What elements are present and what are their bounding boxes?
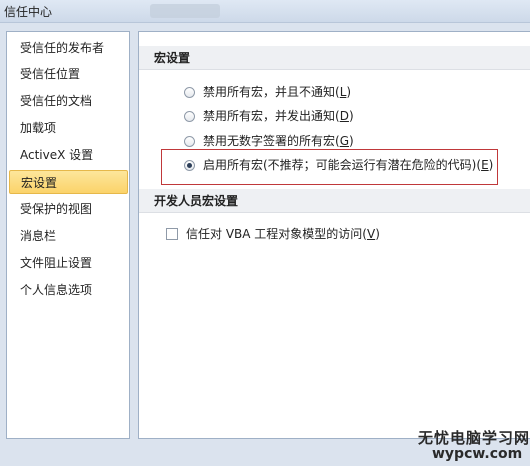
option-enable-all-macros-label[interactable]: 启用所有宏(不推荐；可能会运行有潜在危险的代码)(E) bbox=[203, 156, 493, 174]
option-text: 禁用所有宏，并发出通知( bbox=[203, 109, 340, 123]
radio-disable-no-notify[interactable] bbox=[184, 87, 195, 98]
radio-enable-all-macros[interactable] bbox=[184, 160, 195, 171]
sidebar-item-protected-view[interactable]: 受保护的视图 bbox=[9, 197, 128, 221]
radio-disable-with-notify[interactable] bbox=[184, 111, 195, 122]
option-suffix: ) bbox=[346, 85, 352, 99]
vba-access-label[interactable]: 信任对 VBA 工程对象模型的访问(V) bbox=[186, 225, 380, 243]
option-suffix: ) bbox=[375, 227, 380, 241]
watermark-site-url: wypcw.com bbox=[432, 446, 523, 462]
sidebar-item-label: 受信任位置 bbox=[20, 67, 81, 81]
sidebar-item-label: 受保护的视图 bbox=[20, 202, 93, 216]
sidebar-item-label: 加载项 bbox=[20, 121, 57, 135]
option-suffix: ) bbox=[488, 158, 494, 172]
radio-disable-unsigned[interactable] bbox=[184, 136, 195, 147]
sidebar-item-label: 消息栏 bbox=[20, 229, 57, 243]
option-disable-with-notify-label[interactable]: 禁用所有宏，并发出通知(D) bbox=[203, 107, 354, 125]
option-suffix: ) bbox=[348, 109, 354, 123]
option-text: 禁用所有宏，并且不通知( bbox=[203, 85, 340, 99]
sidebar-item-label: 个人信息选项 bbox=[20, 283, 93, 297]
sidebar-item-label: 文件阻止设置 bbox=[20, 256, 93, 270]
access-key: V bbox=[366, 227, 376, 241]
sidebar-item-label: 受信任的发布者 bbox=[20, 41, 105, 55]
blurred-title-area bbox=[150, 4, 220, 18]
access-key: E bbox=[481, 158, 489, 172]
sidebar-item-file-block-settings[interactable]: 文件阻止设置 bbox=[9, 251, 128, 275]
sidebar-item-trusted-locations[interactable]: 受信任位置 bbox=[9, 62, 128, 86]
sidebar-item-label: 受信任的文档 bbox=[20, 94, 93, 108]
sidebar-item-add-ins[interactable]: 加载项 bbox=[9, 116, 128, 140]
macro-settings-heading: 宏设置 bbox=[139, 46, 530, 70]
option-text: 启用所有宏(不推荐；可能会运行有潜在危险的代码)( bbox=[203, 158, 482, 172]
option-text: 信任对 VBA 工程对象模型的访问( bbox=[186, 227, 367, 241]
window-title: 信任中心 bbox=[4, 5, 53, 19]
option-suffix: ) bbox=[349, 134, 354, 148]
option-disable-unsigned-label[interactable]: 禁用无数字签署的所有宏(G) bbox=[203, 132, 354, 150]
access-key: G bbox=[339, 134, 349, 148]
sidebar-item-label: 宏设置 bbox=[21, 176, 58, 190]
developer-macro-settings-heading: 开发人员宏设置 bbox=[139, 189, 530, 213]
sidebar-item-trusted-documents[interactable]: 受信任的文档 bbox=[9, 89, 128, 113]
access-key: D bbox=[339, 109, 349, 123]
option-text: 禁用无数字签署的所有宏( bbox=[203, 134, 340, 148]
sidebar-item-label: ActiveX 设置 bbox=[20, 148, 94, 162]
watermark-site-name: 无忧电脑学习网 bbox=[418, 429, 530, 447]
sidebar-item-trusted-publishers[interactable]: 受信任的发布者 bbox=[9, 36, 128, 60]
sidebar-item-macro-settings[interactable]: 宏设置 bbox=[9, 170, 128, 194]
option-disable-no-notify-label[interactable]: 禁用所有宏，并且不通知(L) bbox=[203, 83, 351, 101]
title-bar: 信任中心 bbox=[0, 0, 530, 23]
sidebar: 受信任的发布者 受信任位置 受信任的文档 加载项 ActiveX 设置 宏设置 … bbox=[6, 31, 130, 439]
vba-access-checkbox[interactable] bbox=[166, 228, 178, 240]
sidebar-item-activex-settings[interactable]: ActiveX 设置 bbox=[9, 143, 128, 167]
sidebar-item-message-bar[interactable]: 消息栏 bbox=[9, 224, 128, 248]
sidebar-item-privacy-options[interactable]: 个人信息选项 bbox=[9, 278, 128, 302]
